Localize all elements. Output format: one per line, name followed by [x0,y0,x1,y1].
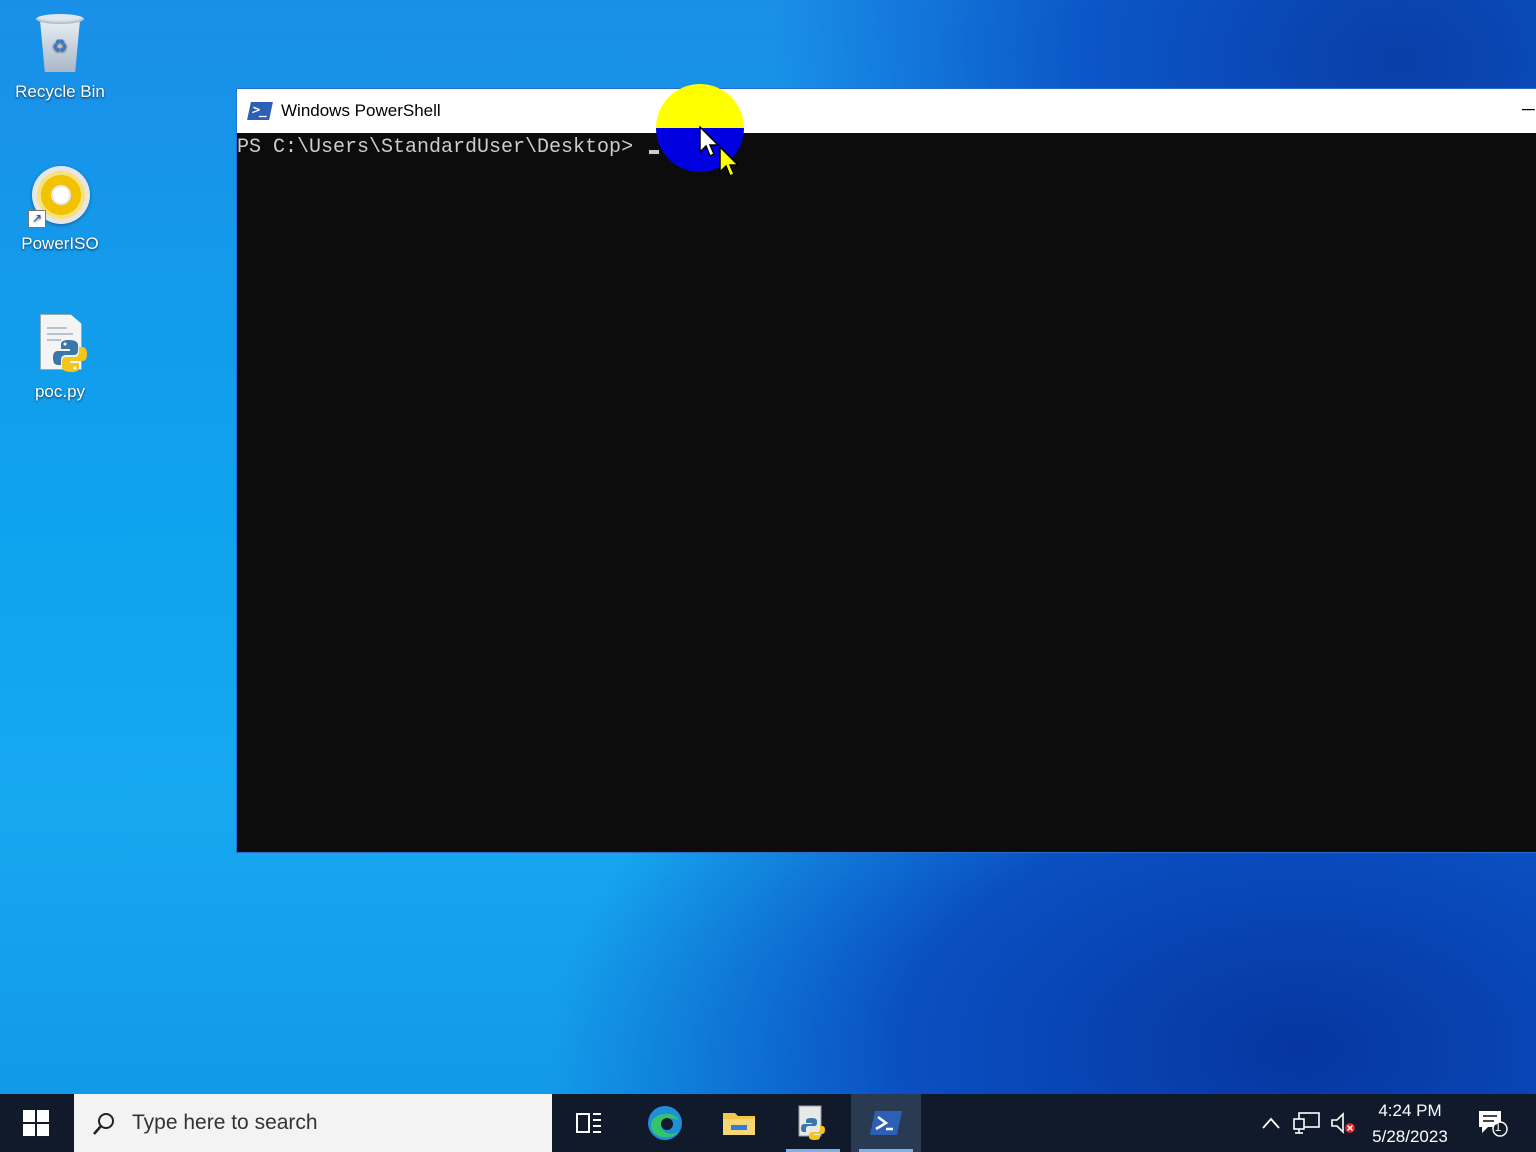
shortcut-arrow-icon: ↗ [28,210,46,228]
taskbar-app-python[interactable] [778,1094,848,1152]
window-titlebar[interactable]: >_ Windows PowerShell ─ [237,89,1536,133]
window-title: Windows PowerShell [281,101,441,120]
console-prompt: PS C:\Users\StandardUser\Desktop> [237,136,646,159]
file-explorer-icon [723,1113,755,1135]
edge-icon [648,1106,682,1140]
recycle-bin-icon: ♻ [28,12,92,76]
console-output[interactable]: PS C:\Users\StandardUser\Desktop> [237,133,1536,852]
search-placeholder: Type here to search [132,1111,318,1134]
text-cursor [649,150,660,154]
desktop-icon-label: PowerISO [21,234,99,253]
desktop: ♻ Recycle Bin ↗ PowerISO poc.py >_ Windo… [0,0,1536,1152]
show-hidden-icons-button[interactable] [1256,1094,1286,1152]
windows-logo-icon [23,1110,49,1136]
volume-muted-icon [1331,1112,1355,1134]
python-file-icon [28,312,92,376]
mouse-pointer-icon [719,146,740,178]
network-icon [1293,1112,1320,1134]
desktop-icon-label: Recycle Bin [15,82,105,101]
desktop-icon-poc-py[interactable]: poc.py [10,312,110,402]
network-button[interactable] [1290,1094,1324,1152]
notification-count: 1 [1494,1120,1502,1134]
start-button[interactable] [0,1094,72,1152]
chevron-up-icon [1262,1117,1280,1129]
taskbar-app-file-explorer[interactable] [704,1094,774,1152]
poweriso-icon: ↗ [28,164,92,228]
powershell-window[interactable]: >_ Windows PowerShell ─ PS C:\Users\Stan… [236,88,1536,853]
search-icon [92,1112,114,1135]
task-view-icon [576,1113,601,1133]
python-icon [798,1105,825,1140]
desktop-icon-poweriso[interactable]: ↗ PowerISO [10,164,110,254]
powershell-icon: >_ [247,102,273,120]
search-input[interactable]: Type here to search [74,1094,552,1152]
clock-date: 5/28/2023 [1372,1127,1448,1146]
desktop-icon-label: poc.py [34,382,86,401]
taskbar: Type here to search 4:24 PM 5/28/2023 1 [0,1094,1536,1152]
minimize-button[interactable]: ─ [1522,99,1536,119]
taskbar-app-powershell[interactable] [851,1094,921,1152]
volume-button[interactable] [1326,1094,1360,1152]
desktop-icon-recycle-bin[interactable]: ♻ Recycle Bin [10,12,110,102]
clock[interactable]: 4:24 PM 5/28/2023 [1360,1098,1460,1150]
taskbar-app-edge[interactable] [630,1094,700,1152]
task-view-button[interactable] [554,1094,624,1152]
action-center-button[interactable]: 1 [1470,1094,1514,1152]
clock-time: 4:24 PM [1378,1101,1442,1120]
powershell-icon [870,1111,902,1135]
